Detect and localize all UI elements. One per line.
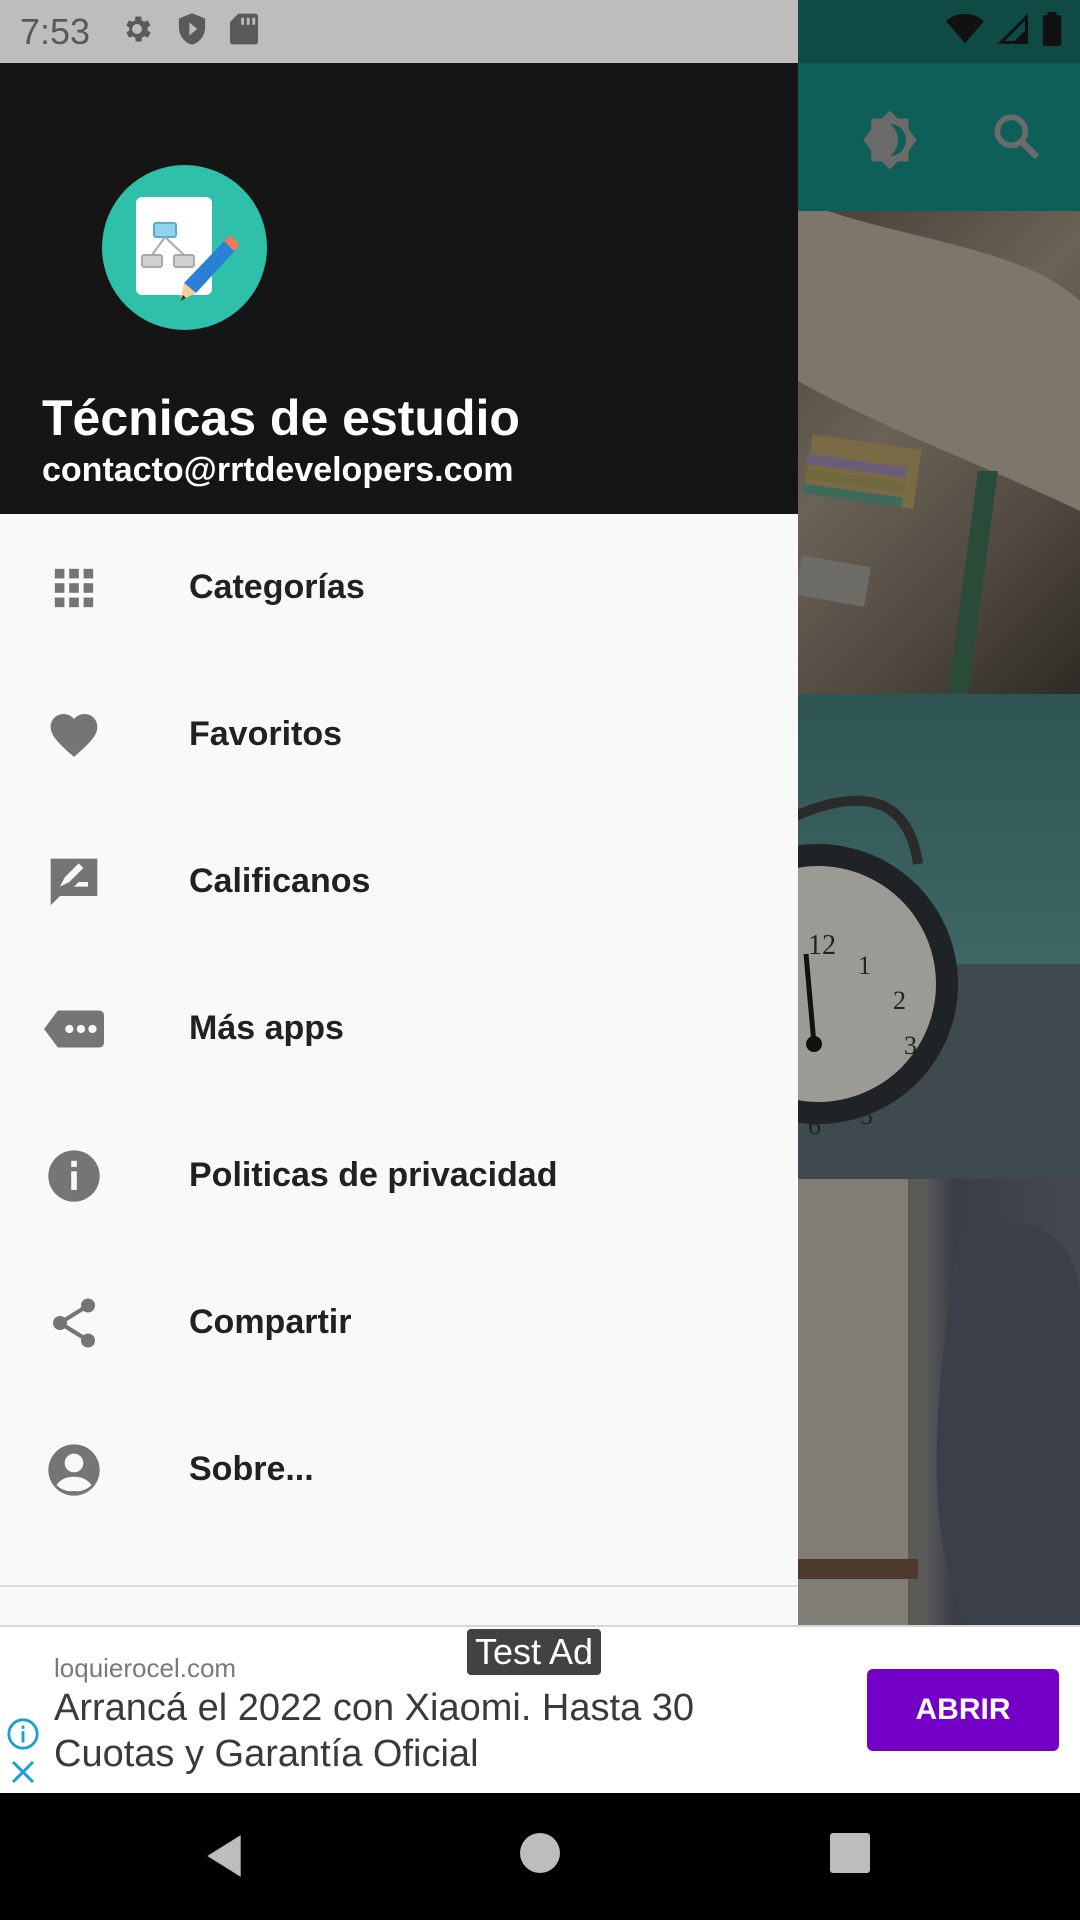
brightness-icon[interactable] bbox=[858, 108, 922, 177]
status-icons-right bbox=[946, 0, 1062, 63]
drawer-menu: Categorías Favoritos Calificanos Más app… bbox=[0, 514, 798, 1543]
app-toolbar bbox=[798, 63, 1080, 211]
book-image-tile[interactable] bbox=[798, 1179, 1080, 1625]
status-icons-left bbox=[120, 12, 259, 51]
ad-headline[interactable]: Arrancá el 2022 con Xiaomi. Hasta 30 Cuo… bbox=[54, 1685, 774, 1777]
search-icon[interactable] bbox=[988, 108, 1044, 169]
wifi-icon bbox=[946, 13, 984, 49]
home-icon[interactable] bbox=[520, 1833, 560, 1873]
drawer-header: Técnicas de estudio contacto@rrtdevelope… bbox=[0, 63, 798, 514]
drawer-app-title: Técnicas de estudio bbox=[42, 390, 520, 446]
study-image-tile[interactable] bbox=[798, 211, 1080, 694]
account-icon bbox=[44, 1440, 104, 1500]
status-bar: 7:53 bbox=[0, 0, 1080, 63]
sd-card-icon bbox=[230, 12, 259, 51]
rate-review-icon bbox=[44, 852, 104, 912]
grid-icon bbox=[44, 558, 104, 618]
menu-item-label: Categorías bbox=[189, 568, 365, 606]
menu-item-sobre[interactable]: Sobre... bbox=[0, 1396, 798, 1543]
menu-item-label: Politicas de privacidad bbox=[189, 1156, 558, 1194]
ad-close-icon[interactable] bbox=[8, 1757, 38, 1792]
svg-text:2: 2 bbox=[893, 986, 906, 1015]
test-ad-tag: Test Ad bbox=[467, 1629, 602, 1675]
ad-open-button[interactable]: ABRIR bbox=[867, 1669, 1059, 1751]
drawer-contact-email: contacto@rrtdevelopers.com bbox=[42, 451, 514, 489]
svg-text:6: 6 bbox=[808, 1111, 821, 1140]
status-time: 7:53 bbox=[20, 10, 91, 52]
app-logo-icon bbox=[102, 165, 267, 330]
menu-item-favoritos[interactable]: Favoritos bbox=[0, 661, 798, 808]
svg-text:4: 4 bbox=[888, 1071, 901, 1100]
system-nav-bar bbox=[0, 1793, 1080, 1920]
menu-item-politicas[interactable]: Politicas de privacidad bbox=[0, 1102, 798, 1249]
info-icon bbox=[44, 1146, 104, 1206]
ad-domain: loquierocel.com bbox=[54, 1653, 237, 1683]
status-bar-left: 7:53 bbox=[0, 0, 798, 63]
shield-play-icon bbox=[176, 12, 208, 51]
share-icon bbox=[44, 1293, 104, 1353]
menu-item-compartir[interactable]: Compartir bbox=[0, 1249, 798, 1396]
menu-item-label: Calificanos bbox=[189, 862, 371, 900]
heart-icon bbox=[44, 705, 104, 765]
more-apps-icon bbox=[44, 999, 104, 1059]
menu-item-label: Más apps bbox=[189, 1009, 344, 1047]
settings-icon bbox=[120, 12, 154, 51]
ad-banner[interactable]: Test Ad loquierocel.com Arrancá el 2022 … bbox=[0, 1625, 1080, 1793]
menu-item-label: Sobre... bbox=[189, 1450, 314, 1488]
menu-item-mas-apps[interactable]: Más apps bbox=[0, 955, 798, 1102]
navigation-drawer: Técnicas de estudio contacto@rrtdevelope… bbox=[0, 63, 798, 1625]
recents-icon[interactable] bbox=[830, 1833, 870, 1873]
svg-text:1: 1 bbox=[858, 951, 871, 980]
svg-text:5: 5 bbox=[860, 1101, 873, 1130]
ad-info-icon[interactable] bbox=[6, 1717, 40, 1756]
menu-item-label: Favoritos bbox=[189, 715, 343, 753]
back-icon[interactable] bbox=[203, 1833, 245, 1884]
menu-item-categorias[interactable]: Categorías bbox=[0, 514, 798, 661]
svg-text:3: 3 bbox=[904, 1031, 917, 1060]
signal-icon bbox=[997, 13, 1028, 49]
svg-text:12: 12 bbox=[808, 930, 836, 961]
menu-item-calificanos[interactable]: Calificanos bbox=[0, 808, 798, 955]
alarm-clock-image-tile[interactable]: 12 1 2 3 4 5 6 bbox=[798, 694, 1080, 1179]
battery-icon bbox=[1042, 12, 1062, 51]
menu-item-label: Compartir bbox=[189, 1303, 352, 1341]
drawer-divider bbox=[0, 1585, 798, 1587]
